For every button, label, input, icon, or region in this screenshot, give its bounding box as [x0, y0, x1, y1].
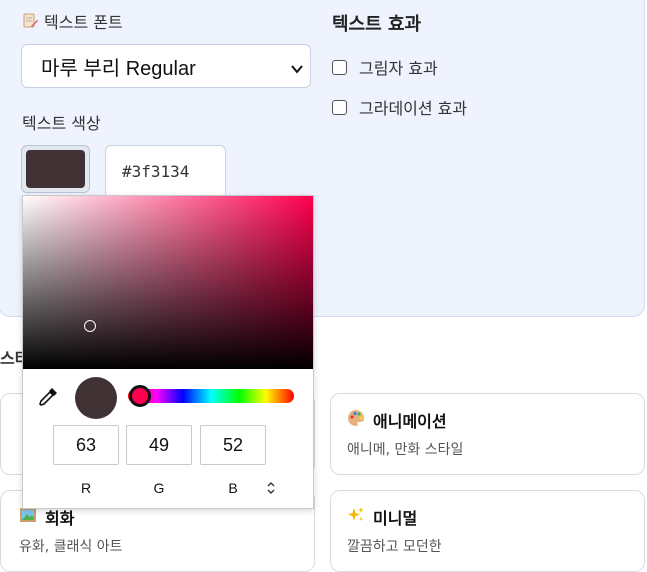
style-card-title-text: 애니메이션: [373, 412, 447, 431]
memo-icon: [22, 13, 38, 29]
gradient-effect-checkbox[interactable]: [332, 99, 347, 115]
blue-value-input[interactable]: 52: [200, 425, 266, 465]
sparkles-icon: [347, 506, 365, 528]
blue-channel-label: B: [228, 480, 238, 496]
style-card-minimal[interactable]: 미니멀 깔끔하고 모던한: [330, 490, 645, 572]
eyedropper-icon[interactable]: [37, 386, 59, 412]
color-swatch: [26, 150, 85, 188]
gradient-effect-option[interactable]: 그라데이션 효과: [332, 95, 467, 119]
text-font-label: 텍스트 폰트: [22, 9, 123, 33]
style-card-desc: 유화, 클래식 아트: [19, 539, 123, 555]
green-channel-label: G: [153, 480, 165, 496]
shadow-effect-checkbox[interactable]: [332, 59, 347, 75]
color-preview-circle: [75, 377, 117, 419]
text-font-label-text: 텍스트 폰트: [44, 13, 123, 32]
hue-slider[interactable]: [128, 385, 294, 407]
font-select-value: 마루 부리 Regular: [41, 57, 196, 80]
hue-slider-thumb[interactable]: [128, 385, 151, 407]
framed-picture-icon: [19, 506, 37, 528]
font-select[interactable]: 마루 부리 Regular: [21, 44, 311, 88]
shadow-effect-label: 그림자 효과: [359, 59, 438, 78]
red-channel-label: R: [80, 480, 92, 496]
green-value-input[interactable]: 49: [126, 425, 192, 465]
style-card-desc: 애니메, 만화 스타일: [347, 442, 464, 458]
hex-color-input[interactable]: #3f3134: [105, 145, 226, 199]
style-card-animation[interactable]: 애니메이션 애니메, 만화 스타일: [330, 393, 645, 475]
chevron-down-icon: [290, 59, 304, 82]
style-card-title: 미니멀: [347, 505, 417, 529]
style-card-title-text: 미니멀: [373, 509, 418, 528]
saturation-value-area[interactable]: [23, 196, 313, 369]
text-effects-title: 텍스트 효과: [332, 14, 422, 35]
red-value-input[interactable]: 63: [53, 425, 119, 465]
style-card-title: 애니메이션: [347, 408, 447, 432]
text-color-label: 텍스트 색상: [22, 114, 101, 133]
color-mode-toggle-icon[interactable]: [266, 480, 276, 499]
saturation-value-cursor[interactable]: [83, 319, 96, 332]
shadow-effect-option[interactable]: 그림자 효과: [332, 55, 438, 79]
style-card-desc: 깔끔하고 모던한: [347, 539, 442, 555]
color-swatch-button[interactable]: [21, 145, 90, 193]
gradient-effect-label: 그라데이션 효과: [359, 99, 468, 118]
palette-icon: [347, 409, 365, 431]
color-picker-popup: 63 49 52 R G B: [22, 195, 314, 509]
